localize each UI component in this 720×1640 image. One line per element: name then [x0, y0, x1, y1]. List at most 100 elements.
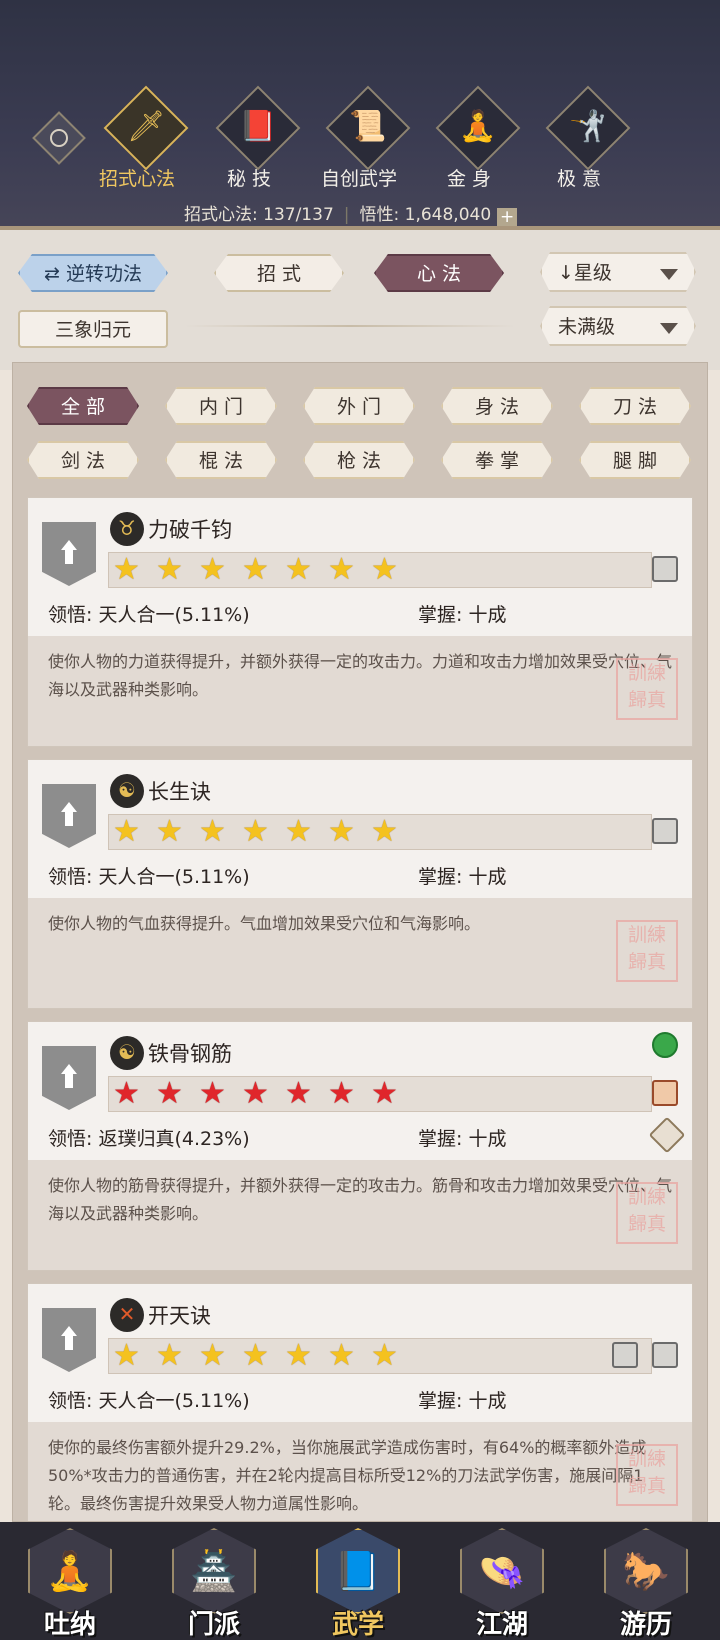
upgrade-badge-icon[interactable] [42, 1308, 96, 1372]
seal-stamp: 訓練 歸真 [616, 1444, 678, 1506]
tab-label: 秘 技 [226, 168, 272, 190]
star-icon: ★ [242, 814, 269, 849]
category-tuijiao[interactable]: 腿 脚 [579, 441, 691, 479]
zhaoshi-toggle[interactable]: 招 式 [214, 254, 344, 292]
nav-label: 武学 [331, 1610, 384, 1640]
star-icon: ★ [199, 1076, 226, 1111]
tab-jinshen[interactable]: 🧘 金 身 [414, 85, 524, 192]
nav-menpai[interactable]: 🏯 门派 [164, 1528, 264, 1640]
star-icon: ★ [156, 1076, 183, 1111]
star-icon: ★ [328, 814, 355, 849]
star-icon: ★ [285, 814, 312, 849]
reverse-label: 逆转功法 [65, 263, 142, 285]
tab-jiyi[interactable]: 🤺 极 意 [524, 85, 634, 192]
upgrade-badge-icon[interactable] [42, 784, 96, 848]
category-waimen[interactable]: 外 门 [303, 387, 415, 425]
tab-label: 极 意 [556, 168, 602, 190]
seal-stamp: 訓練 歸真 [616, 658, 678, 720]
skill-description: 使你人物的气血获得提升。气血增加效果受穴位和气海影响。 [28, 898, 692, 1008]
category-qiangfa[interactable]: 枪 法 [303, 441, 415, 479]
skill-card[interactable]: ☯ 铁骨钢筋 ★ ★ ★ ★ ★ ★ ★ 领悟: 返璞归真(4.23%) 掌握: 十成 使你… [27, 1021, 693, 1271]
sanxiang-button[interactable]: 三象归元 [18, 310, 168, 348]
star-icon: ★ [113, 1338, 140, 1373]
nav-wuxue[interactable]: 📘 武学 [308, 1528, 408, 1640]
star-bar: ★ ★ ★ ★ ★ ★ ★ [108, 1076, 652, 1112]
eye-icon[interactable] [32, 111, 86, 165]
lingwu-text: 领悟: 天人合一(5.11%) [48, 1390, 250, 1412]
tab-miji[interactable]: 📕 秘 技 [194, 85, 304, 192]
category-all[interactable]: 全 部 [27, 387, 139, 425]
level-dropdown[interactable]: 未满级 [540, 306, 696, 346]
nav-label: 游历 [619, 1610, 672, 1640]
yinyang-icon: ☯ [110, 774, 144, 808]
star-icon: ★ [285, 1076, 312, 1111]
upgrade-badge-icon[interactable] [42, 522, 96, 586]
nav-tuna[interactable]: 🧘 吐纳 [20, 1528, 120, 1640]
swirl-icon[interactable] [652, 1032, 678, 1058]
nav-label: 吐纳 [43, 1610, 96, 1640]
star-bar: ★ ★ ★ ★ ★ ★ ★ [108, 552, 652, 588]
tab-label: 金 身 [446, 168, 492, 190]
chevron-down-icon [660, 323, 678, 334]
attribute-icon[interactable] [612, 1342, 638, 1368]
upgrade-badge-icon[interactable] [42, 1046, 96, 1110]
attribute-icon[interactable] [652, 556, 678, 582]
category-quanzhang[interactable]: 拳 掌 [441, 441, 553, 479]
tab-zichuang[interactable]: 📜 自创武学 [304, 85, 414, 192]
skill-name: 长生诀 [148, 780, 211, 804]
reverse-button[interactable]: ⇄ 逆转功法 [18, 254, 168, 292]
zhaoshi-count: 招式心法: 137/137 [184, 205, 334, 225]
star-icon: ★ [199, 1338, 226, 1373]
bull-icon: ♉ [110, 512, 144, 546]
skill-name: 铁骨钢筋 [148, 1042, 232, 1066]
nav-youli[interactable]: 🐎 游历 [596, 1528, 696, 1640]
star-bar: ★ ★ ★ ★ ★ ★ ★ [108, 1338, 652, 1374]
bottom-nav: 🧘 吐纳 🏯 门派 📘 武学 👒 江湖 🐎 游历 [0, 1522, 720, 1640]
plus-icon[interactable]: + [497, 208, 518, 228]
star-icon: ★ [242, 1338, 269, 1373]
category-shenfa[interactable]: 身 法 [441, 387, 553, 425]
star-icon: ★ [242, 552, 269, 587]
skill-card[interactable]: ✕ 开天诀 ★ ★ ★ ★ ★ ★ ★ 领悟: 天人合一(5.11%) 掌握: 十成 使你的… [27, 1283, 693, 1521]
meditation-icon: 🧘 [459, 109, 497, 144]
skill-card[interactable]: ♉ 力破千钧 ★ ★ ★ ★ ★ ★ ★ 领悟: 天人合一(5.11%) 掌握: 十成 使你… [27, 497, 693, 747]
nav-jianghu[interactable]: 👒 江湖 [452, 1528, 552, 1640]
star-icon: ★ [113, 814, 140, 849]
category-neimen[interactable]: 内 门 [165, 387, 277, 425]
category-daofa[interactable]: 刀 法 [579, 387, 691, 425]
star-icon: ★ [371, 1338, 398, 1373]
nav-label: 江湖 [475, 1610, 528, 1640]
star-icon: ★ [285, 1338, 312, 1373]
header-bar: 🗡 招式心法 📕 秘 技 📜 自创武学 🧘 金 身 🤺 极 意 招式心法: 13… [0, 0, 720, 230]
attribute-icon[interactable] [652, 1342, 678, 1368]
star-icon: ★ [371, 1076, 398, 1111]
attribute-icon[interactable] [652, 818, 678, 844]
category-gunfa[interactable]: 棍 法 [165, 441, 277, 479]
scroll-icon: 📜 [349, 109, 387, 144]
sort-dropdown[interactable]: ↓星级 [540, 252, 696, 292]
zhangwo-text: 掌握: 十成 [418, 1390, 507, 1412]
diamond-icon[interactable] [648, 1116, 686, 1154]
star-icon: ★ [113, 1076, 140, 1111]
tab-label: 自创武学 [320, 168, 397, 190]
category-jianfa[interactable]: 剑 法 [27, 441, 139, 479]
zhangwo-text: 掌握: 十成 [418, 1128, 507, 1150]
lingwu-text: 领悟: 天人合一(5.11%) [48, 866, 250, 888]
star-icon: ★ [156, 814, 183, 849]
horse-icon: 🐎 [622, 1549, 670, 1593]
filter-area [0, 230, 720, 370]
skill-card[interactable]: ☯ 长生诀 ★ ★ ★ ★ ★ ★ ★ 领悟: 天人合一(5.11%) 掌握: 十成 使你人… [27, 759, 693, 1009]
skill-description: 使你的最终伤害额外提升29.2%，当你施展武学造成伤害时，有64%的概率额外造成… [28, 1422, 692, 1521]
nav-label: 门派 [187, 1610, 240, 1640]
star-icon: ★ [156, 552, 183, 587]
wuxing-value: 悟性: 1,648,040 [359, 205, 492, 225]
zhangwo-text: 掌握: 十成 [418, 866, 507, 888]
skill-description: 使你人物的筋骨获得提升，并额外获得一定的攻击力。筋骨和攻击力增加效果受穴位、气海… [28, 1160, 692, 1270]
attribute-icon[interactable] [652, 1080, 678, 1106]
seal-stamp: 訓練 歸真 [616, 1182, 678, 1244]
sort-label: 星级 [573, 262, 612, 284]
skill-panel: 全 部 内 门 外 门 身 法 刀 法 剑 法 棍 法 枪 法 拳 掌 腿 脚 … [12, 362, 708, 1522]
skill-name: 力破千钧 [148, 518, 232, 542]
xinfa-toggle[interactable]: 心 法 [374, 254, 504, 292]
tab-zhaoshi-xinfa[interactable]: 🗡 招式心法 [82, 85, 192, 192]
